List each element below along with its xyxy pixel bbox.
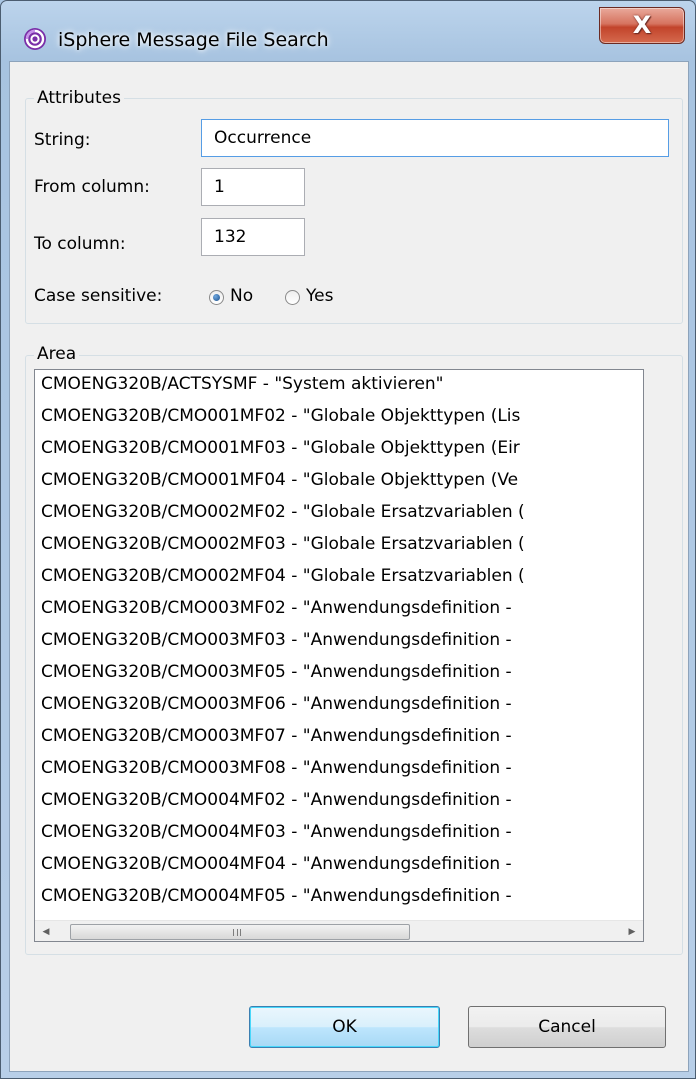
list-item[interactable]: CMOENG320B/CMO001MF03 - "Globale Objektt… <box>41 438 520 464</box>
list-item[interactable]: CMOENG320B/CMO003MF06 - "Anwendungsdefin… <box>41 694 512 720</box>
scroll-grip-icon <box>233 929 241 936</box>
case-no-label[interactable]: No <box>230 286 253 306</box>
cancel-button[interactable]: Cancel <box>468 1006 666 1048</box>
case-no-radio[interactable] <box>209 290 224 305</box>
list-item[interactable]: CMOENG320B/CMO004MF05 - "Anwendungsdefin… <box>41 886 512 912</box>
title-bar[interactable]: iSphere Message File Search X <box>1 1 695 61</box>
close-icon: X <box>632 11 652 39</box>
to-column-input[interactable] <box>201 218 305 256</box>
case-yes-radio[interactable] <box>285 290 300 305</box>
close-button[interactable]: X <box>599 7 685 44</box>
dialog-window: iSphere Message File Search X Attributes… <box>0 0 696 1079</box>
scroll-corner <box>643 920 644 942</box>
scroll-left-icon[interactable]: ◀ <box>35 921 57 941</box>
isphere-logo-icon <box>24 28 46 50</box>
dialog-client-area: Attributes String: From column: To colum… <box>9 61 689 1072</box>
area-legend: Area <box>34 344 80 364</box>
case-sensitive-label: Case sensitive: <box>34 286 163 306</box>
window-title: iSphere Message File Search <box>58 29 329 51</box>
list-item[interactable]: CMOENG320B/CMO004MF03 - "Anwendungsdefin… <box>41 822 512 848</box>
from-column-input[interactable] <box>201 168 305 206</box>
string-input[interactable] <box>201 119 669 157</box>
list-item[interactable]: CMOENG320B/CMO002MF02 - "Globale Ersatzv… <box>41 502 525 528</box>
horizontal-scroll-thumb[interactable] <box>70 924 410 940</box>
from-column-label: From column: <box>34 177 150 197</box>
list-item[interactable]: CMOENG320B/CMO004MF02 - "Anwendungsdefin… <box>41 790 512 816</box>
list-item[interactable]: CMOENG320B/CMO001MF02 - "Globale Objektt… <box>41 406 520 432</box>
vertical-scrollbar[interactable]: ▲ ▼ <box>643 370 644 920</box>
horizontal-scrollbar[interactable]: ◀ ▶ <box>35 920 643 941</box>
list-item[interactable]: CMOENG320B/CMO003MF03 - "Anwendungsdefin… <box>41 630 512 656</box>
list-item[interactable]: CMOENG320B/CMO003MF05 - "Anwendungsdefin… <box>41 662 512 688</box>
list-item[interactable]: CMOENG320B/CMO003MF08 - "Anwendungsdefin… <box>41 758 512 784</box>
list-item[interactable]: CMOENG320B/CMO003MF02 - "Anwendungsdefin… <box>41 598 512 624</box>
area-listbox[interactable]: CMOENG320B/ACTSYSMF - "System aktivieren… <box>34 369 644 942</box>
list-item[interactable]: CMOENG320B/CMO004MF04 - "Anwendungsdefin… <box>41 854 512 880</box>
attributes-legend: Attributes <box>34 88 124 108</box>
list-item[interactable]: CMOENG320B/ACTSYSMF - "System aktivieren… <box>41 374 444 400</box>
string-label: String: <box>34 130 91 150</box>
ok-button[interactable]: OK <box>249 1006 440 1048</box>
list-item[interactable]: CMOENG320B/CMO001MF04 - "Globale Objektt… <box>41 470 518 496</box>
list-item[interactable]: CMOENG320B/CMO002MF03 - "Globale Ersatzv… <box>41 534 525 560</box>
to-column-label: To column: <box>34 234 126 254</box>
scroll-right-icon[interactable]: ▶ <box>621 921 643 941</box>
list-item[interactable]: CMOENG320B/CMO002MF04 - "Globale Ersatzv… <box>41 566 525 592</box>
case-yes-label[interactable]: Yes <box>306 286 333 306</box>
list-item[interactable]: CMOENG320B/CMO003MF07 - "Anwendungsdefin… <box>41 726 512 752</box>
